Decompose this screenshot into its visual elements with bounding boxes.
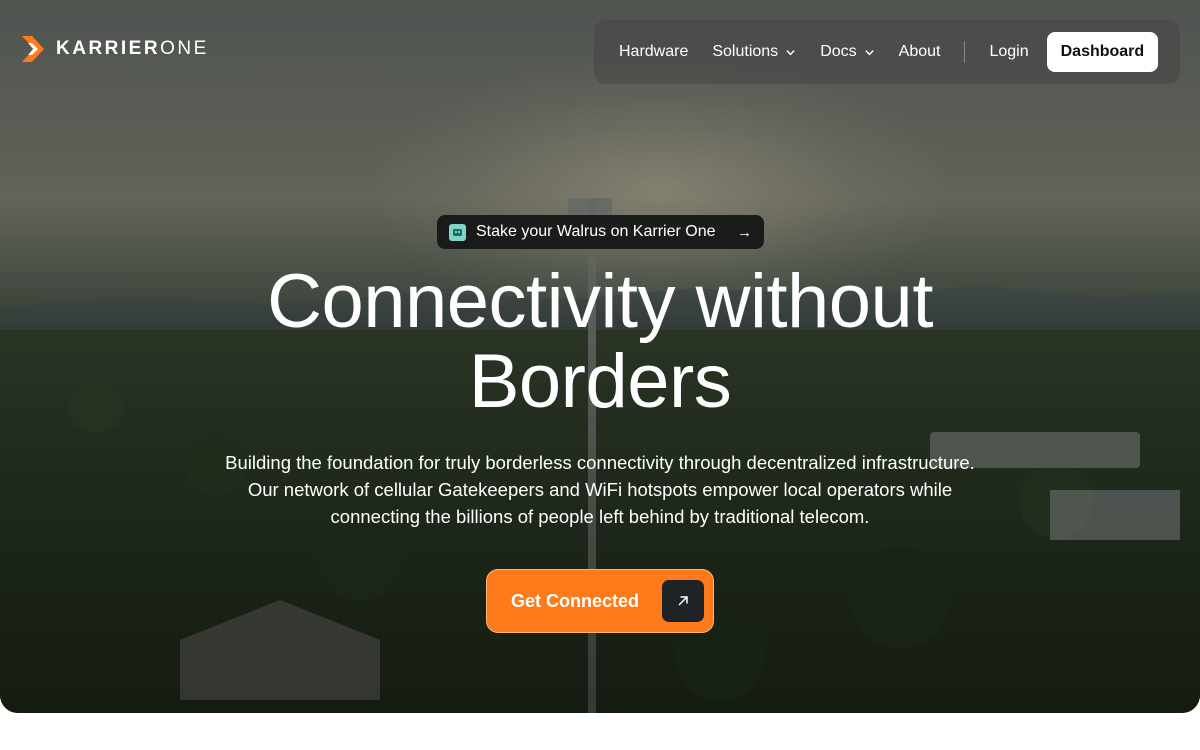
brand-wordmark: KARRIERONE <box>56 38 209 60</box>
brand-name-bold: KARRIER <box>56 38 161 59</box>
nav-item-about[interactable]: About <box>899 43 941 61</box>
brand-name-light: ONE <box>160 38 209 59</box>
get-connected-button[interactable]: Get Connected <box>486 569 714 633</box>
dashboard-button[interactable]: Dashboard <box>1046 32 1159 72</box>
hero-section: KARRIERONE Hardware Solutions Docs About… <box>0 0 1200 713</box>
brand-logo[interactable]: KARRIERONE <box>20 34 209 64</box>
nav-item-docs[interactable]: Docs <box>820 43 874 61</box>
nav-divider <box>964 41 966 63</box>
arrow-up-right-icon <box>662 580 704 622</box>
nav-item-label: About <box>898 43 941 60</box>
nav-item-hardware[interactable]: Hardware <box>619 43 688 61</box>
karrier-logo-icon <box>22 36 44 62</box>
nav-item-solutions[interactable]: Solutions <box>712 43 796 61</box>
banner-text: Stake your Walrus on Karrier One <box>476 223 716 240</box>
headline-line-2: Borders <box>468 339 732 424</box>
hero-subtext: Building the foundation for truly border… <box>225 452 975 527</box>
walrus-stake-banner[interactable]: Stake your Walrus on Karrier One → <box>437 215 764 249</box>
nav-item-label: Docs <box>820 43 857 60</box>
walrus-icon <box>449 223 466 241</box>
chevron-down-icon <box>786 49 795 55</box>
arrow-right-icon: → <box>737 223 752 241</box>
cta-label: Get Connected <box>511 590 640 611</box>
nav-item-label: Hardware <box>619 43 689 60</box>
nav-item-label: Solutions <box>712 43 779 60</box>
hero-headline: Connectivity without Borders <box>150 262 1050 422</box>
login-link[interactable]: Login <box>989 43 1028 61</box>
headline-line-1: Connectivity without <box>267 259 933 344</box>
top-navigation: Hardware Solutions Docs About Login Dash… <box>594 20 1180 84</box>
chevron-down-icon <box>864 49 874 55</box>
